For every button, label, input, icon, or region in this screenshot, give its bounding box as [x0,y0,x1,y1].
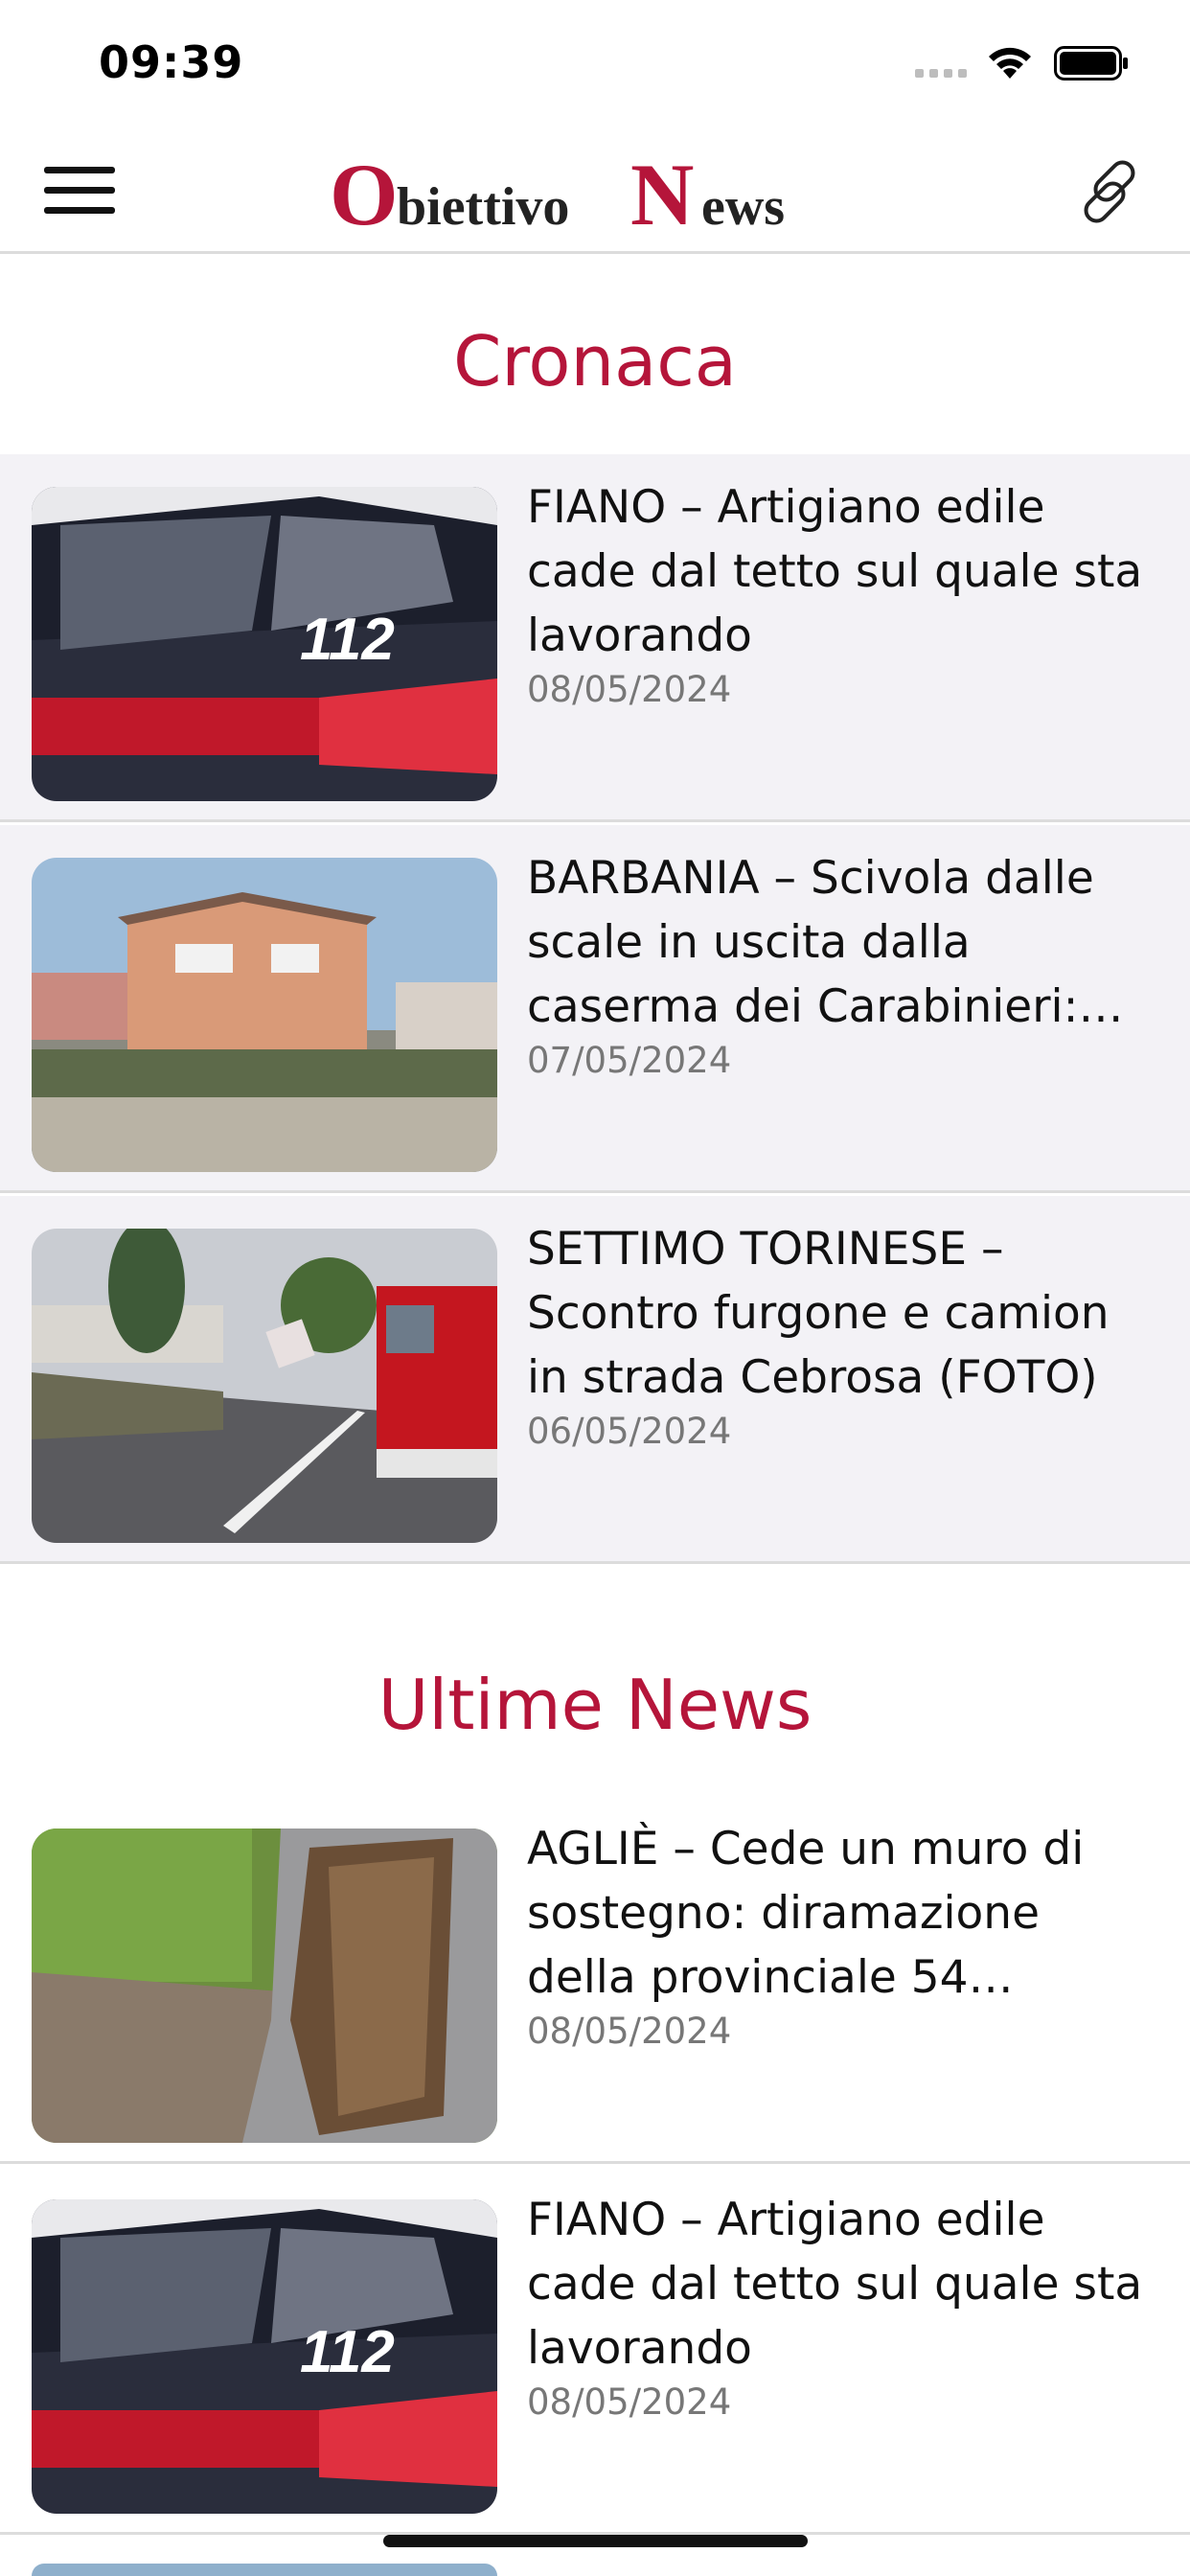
article-row[interactable]: 112 FIANO – Artigiano edile cade dal tet… [0,2167,1190,2535]
article-thumbnail [32,858,497,1172]
row-divider [0,1190,1190,1193]
article-date: 08/05/2024 [527,669,732,710]
article-title: AGLIÈ – Cede un muro di sostegno: dirama… [527,1823,1085,2004]
svg-text:O: O [330,146,399,240]
link-chain-icon[interactable] [1071,153,1148,230]
home-indicator [383,2535,808,2547]
status-time: 09:39 [99,36,244,88]
article-row[interactable]: BARBANIA – Scivola dalle scale in uscita… [0,825,1190,1193]
cellular-signal-icon [915,69,971,82]
wifi-icon [989,47,1031,79]
svg-text:112: 112 [300,607,395,673]
article-thumbnail [32,1229,497,1543]
article-date: 08/05/2024 [527,2011,732,2052]
row-divider [0,819,1190,822]
battery-icon [1054,46,1128,80]
article-row[interactable]: SETTIMO TORINESE – Scontro furgone e cam… [0,1196,1190,1564]
article-row[interactable]: 112 FIANO – Artigiano edile cade dal tet… [0,454,1190,822]
app-header: O biettivo N ews [0,125,1190,254]
article-date: 06/05/2024 [527,1411,732,1452]
row-divider [0,2161,1190,2164]
section-title-cronaca: Cronaca [453,321,737,402]
svg-text:biettivo: biettivo [397,177,569,237]
status-bar: 09:39 [0,0,1190,125]
article-thumbnail: 112 [32,487,497,801]
article-date: 08/05/2024 [527,2381,732,2423]
next-article-thumbnail-peek [32,2564,497,2576]
article-title: SETTIMO TORINESE – Scontro furgone e cam… [527,1223,1110,1404]
article-title: BARBANIA – Scivola dalle scale in uscita… [527,852,1094,1033]
svg-text:N: N [630,146,694,240]
row-divider [0,1561,1190,1564]
section-title-ultime-news: Ultime News [378,1665,812,1745]
article-title: FIANO – Artigiano edile cade dal tetto s… [527,481,1143,662]
article-row[interactable]: AGLIÈ – Cede un muro di sostegno: dirama… [0,1796,1190,2164]
svg-text:ews: ews [701,177,785,237]
article-title: FIANO – Artigiano edile cade dal tetto s… [527,2194,1143,2375]
article-thumbnail [32,1828,497,2143]
hamburger-menu-icon[interactable] [44,163,117,218]
obiettivonews-logo: O biettivo N ews [330,146,785,240]
article-date: 07/05/2024 [527,1040,732,1081]
article-thumbnail: 112 [32,2199,497,2514]
svg-text:112: 112 [300,2319,395,2385]
